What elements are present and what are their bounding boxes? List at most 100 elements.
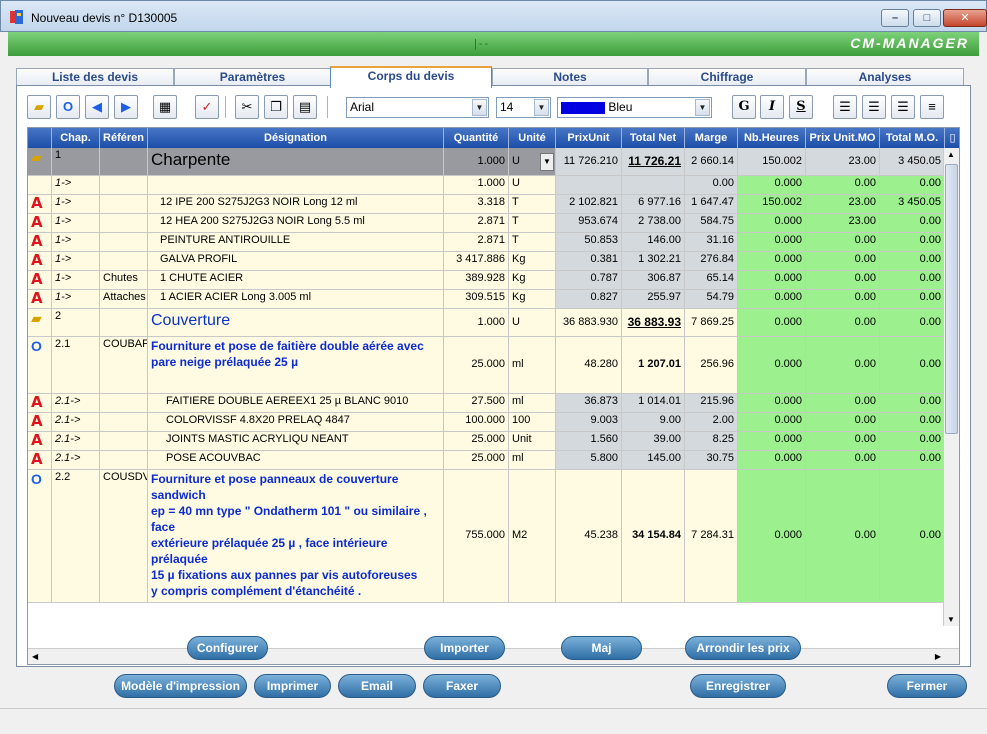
cell-nh[interactable]: 0.000 [738, 233, 806, 251]
cell-tmo[interactable]: 0.00 [880, 290, 945, 308]
cell-des[interactable]: Fourniture et pose de faitière double aé… [148, 337, 444, 393]
cell-pu[interactable]: 0.381 [556, 252, 622, 270]
table-row[interactable]: O 2.1 COUBAF. Fourniture et pose de faitièr… [28, 337, 945, 394]
cell-ref[interactable]: Chutes [100, 271, 148, 289]
cell-des[interactable]: Charpente [148, 148, 444, 175]
faxer-button[interactable]: Faxer [423, 674, 501, 698]
cell-tmo[interactable]: 0.00 [880, 214, 945, 232]
cell-des[interactable] [148, 176, 444, 194]
cell-des[interactable]: COLORVISSF 4.8X20 PRELAQ 4847 [148, 413, 444, 431]
cell-tn[interactable]: 34 154.84 [622, 470, 685, 602]
cell-unit[interactable]: ml [509, 394, 556, 412]
cell-des[interactable]: 1 CHUTE ACIER [148, 271, 444, 289]
cell-tmo[interactable]: 0.00 [880, 252, 945, 270]
cell-tn[interactable]: 9.00 [622, 413, 685, 431]
cell-qty[interactable]: 3 417.886 [444, 252, 509, 270]
cell-nh[interactable]: 0.000 [738, 176, 806, 194]
cell-pmo[interactable]: 0.00 [806, 252, 880, 270]
cell-pmo[interactable]: 23.00 [806, 214, 880, 232]
column-header[interactable]: Prix Unit.MO [806, 128, 880, 148]
cell-nh[interactable]: 0.000 [738, 290, 806, 308]
column-header[interactable]: Référen [100, 128, 148, 148]
cell-des[interactable]: 12 HEA 200 S275J2G3 NOIR Long 5.5 ml [148, 214, 444, 232]
cell-mg[interactable]: 256.96 [685, 337, 738, 393]
cell-pu[interactable]: 36 883.930 [556, 309, 622, 336]
cell-tn[interactable]: 6 977.16 [622, 195, 685, 213]
cell-ref[interactable] [100, 233, 148, 251]
tab-corps-devis[interactable]: Corps du devis [330, 66, 492, 88]
cell-pmo[interactable]: 0.00 [806, 337, 880, 393]
cell-des[interactable]: POSE ACOUVBAC [148, 451, 444, 469]
cell-nh[interactable]: 0.000 [738, 394, 806, 412]
cell-des[interactable]: JOINTS MASTIC ACRYLIQU NEANT [148, 432, 444, 450]
cell-tn[interactable] [622, 176, 685, 194]
arrondir-button[interactable]: Arrondir les prix [685, 636, 801, 660]
cell-chap[interactable]: 1-> [52, 195, 100, 213]
table-row[interactable]: ▰ 2 Couverture 1.000 U 36 883.930 36 883.93 7 8… [28, 309, 945, 337]
cell-unit[interactable]: U [509, 309, 556, 336]
cell-chap[interactable]: 2.1-> [52, 413, 100, 431]
table-row[interactable]: A 1-> Chutes 1 CHUTE ACIER 389.928 Kg 0.787 306… [28, 271, 945, 290]
align-right-button[interactable]: ☰ [891, 95, 915, 119]
cell-ref[interactable] [100, 413, 148, 431]
cell-unit[interactable]: Kg [509, 252, 556, 270]
vertical-scrollbar[interactable]: ▲ ▼ [943, 148, 959, 626]
cell-qty[interactable]: 1.000 [444, 176, 509, 194]
cell-mg[interactable]: 215.96 [685, 394, 738, 412]
tab-chiffrage[interactable]: Chiffrage [648, 68, 806, 86]
cell-chap[interactable]: 1-> [52, 290, 100, 308]
cell-tn[interactable]: 36 883.93 [622, 309, 685, 336]
cell-ref[interactable] [100, 195, 148, 213]
close-button[interactable]: ✕ [943, 9, 987, 27]
cell-ref[interactable] [100, 252, 148, 270]
cell-mg[interactable]: 30.75 [685, 451, 738, 469]
cell-nh[interactable]: 0.000 [738, 271, 806, 289]
italic-button[interactable]: I [760, 95, 784, 119]
cell-tn[interactable]: 306.87 [622, 271, 685, 289]
cell-qty[interactable]: 1.000 [444, 309, 509, 336]
cell-qty[interactable]: 2.871 [444, 233, 509, 251]
cell-qty[interactable]: 309.515 [444, 290, 509, 308]
cell-pmo[interactable]: 0.00 [806, 413, 880, 431]
cell-nh[interactable]: 0.000 [738, 214, 806, 232]
cell-qty[interactable]: 25.000 [444, 432, 509, 450]
table-row[interactable]: A 2.1-> JOINTS MASTIC ACRYLIQU NEANT 25.000… [28, 432, 945, 451]
importer-button[interactable]: Importer [424, 636, 505, 660]
color-select[interactable]: Bleu ▼ [557, 97, 712, 118]
cell-ref[interactable]: COUSDV [100, 470, 148, 602]
email-button[interactable]: Email [338, 674, 416, 698]
cell-nh[interactable]: 0.000 [738, 309, 806, 336]
cell-des[interactable]: Couverture [148, 309, 444, 336]
cell-mg[interactable]: 276.84 [685, 252, 738, 270]
cell-pmo[interactable]: 0.00 [806, 451, 880, 469]
cell-nh[interactable]: 0.000 [738, 413, 806, 431]
column-picker-icon[interactable]: ▯ [945, 128, 959, 148]
cell-unit[interactable]: U [509, 176, 556, 194]
cell-tmo[interactable]: 0.00 [880, 451, 945, 469]
tab-analyses[interactable]: Analyses [806, 68, 964, 86]
cell-pmo[interactable]: 0.00 [806, 470, 880, 602]
align-center-button[interactable]: ☰ [862, 95, 886, 119]
table-row[interactable]: A 2.1-> COLORVISSF 4.8X20 PRELAQ 4847 100.0… [28, 413, 945, 432]
cell-mg[interactable]: 584.75 [685, 214, 738, 232]
cell-ref[interactable] [100, 451, 148, 469]
configurer-button[interactable]: Configurer [187, 636, 268, 660]
cell-unit[interactable]: T [509, 233, 556, 251]
column-header[interactable]: Total Net [622, 128, 685, 148]
cell-ref[interactable] [100, 432, 148, 450]
cell-chap[interactable]: 2 [52, 309, 100, 336]
cell-tmo[interactable]: 0.00 [880, 394, 945, 412]
cell-nh[interactable]: 150.002 [738, 195, 806, 213]
table-row[interactable]: A 1-> GALVA PROFIL 3 417.886 Kg 0.381 1 302.21… [28, 252, 945, 271]
column-header[interactable]: PrixUnit [556, 128, 622, 148]
cell-unit[interactable]: Unit [509, 432, 556, 450]
cell-pu[interactable]: 953.674 [556, 214, 622, 232]
cell-ref[interactable] [100, 214, 148, 232]
cell-des[interactable]: FAITIERE DOUBLE AEREEX1 25 µ BLANC 9010 [148, 394, 444, 412]
cell-chap[interactable]: 2.2 [52, 470, 100, 602]
cell-tn[interactable]: 255.97 [622, 290, 685, 308]
cell-qty[interactable]: 755.000 [444, 470, 509, 602]
cell-ref[interactable] [100, 148, 148, 175]
cell-tmo[interactable]: 0.00 [880, 309, 945, 336]
cell-pmo[interactable]: 0.00 [806, 176, 880, 194]
